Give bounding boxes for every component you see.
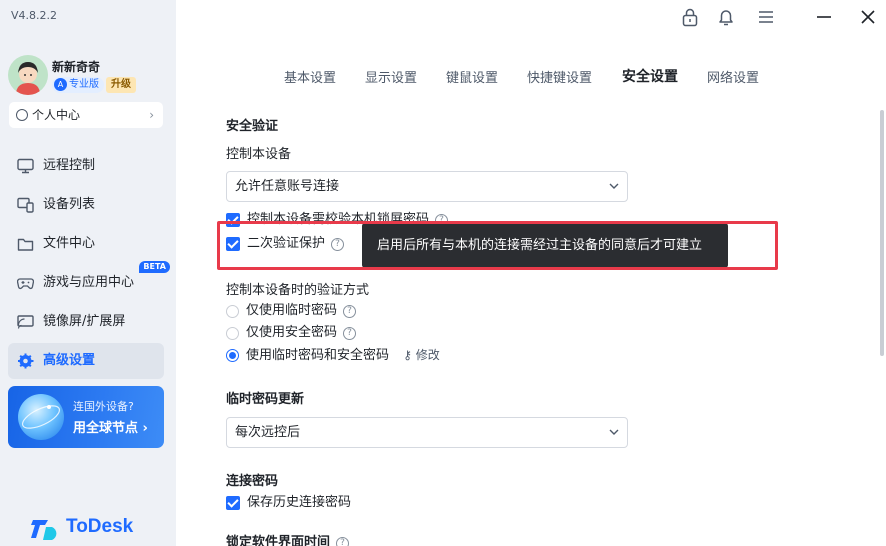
sidebar-item-remote-control[interactable]: 远程控制: [8, 148, 164, 184]
radio-button[interactable]: [226, 305, 239, 318]
pro-badge: A 专业版: [52, 77, 104, 93]
section-title-temp-password-update: 临时密码更新: [226, 392, 305, 407]
radio-secure-password-only[interactable]: 仅使用安全密码?: [226, 324, 357, 342]
monitor-icon: [17, 158, 34, 174]
section-title-lock-ui-time: 锁定软件界面时间?: [226, 531, 350, 546]
radio-temp-password-only[interactable]: 仅使用临时密码?: [226, 302, 357, 320]
help-icon[interactable]: ?: [343, 305, 357, 318]
tab-network-settings[interactable]: 网络设置: [707, 67, 759, 86]
folder-icon: [17, 238, 34, 251]
sidebar-item-label: 文件中心: [43, 236, 96, 251]
save-history-label: 保存历史连接密码: [247, 495, 352, 510]
sidebar-item-device-list[interactable]: 设备列表: [8, 187, 164, 223]
mirror-screen-icon: [17, 315, 34, 329]
sidebar: V4.8.2.2 新新奇奇 A 专业版 升级 个人中心 › 远程控制 设备列表: [0, 0, 176, 546]
tab-basic-settings[interactable]: 基本设置: [284, 67, 336, 86]
radio-label: 仅使用安全密码: [246, 325, 338, 340]
sidebar-item-mirror-screen[interactable]: 镜像屏/扩展屏: [8, 304, 164, 340]
section-title-connection-password: 连接密码: [226, 474, 279, 489]
devices-icon: [17, 197, 34, 213]
verify-method-label: 控制本设备时的验证方式: [226, 283, 370, 298]
highlight-box: [217, 221, 778, 270]
user-icon: [16, 109, 28, 121]
scrollbar[interactable]: [880, 110, 884, 356]
radio-button[interactable]: [226, 327, 239, 340]
sidebar-item-label: 镜像屏/扩展屏: [43, 314, 126, 329]
todesk-logo-icon: [31, 520, 57, 540]
personal-center-button[interactable]: 个人中心 ›: [9, 102, 163, 128]
sidebar-item-file-center[interactable]: 文件中心: [8, 226, 164, 262]
tab-display-settings[interactable]: 显示设置: [365, 67, 417, 86]
help-icon[interactable]: ?: [343, 327, 357, 340]
minimize-icon[interactable]: [813, 6, 835, 28]
promo-line2: 用全球节点 ›: [73, 421, 148, 436]
edit-password-link[interactable]: ⚷ 修改: [403, 346, 440, 364]
radio-label: 仅使用临时密码: [246, 303, 338, 318]
control-device-label: 控制本设备: [226, 147, 292, 162]
control-device-select[interactable]: 允许任意账号连接: [226, 171, 628, 202]
lock-icon[interactable]: [679, 6, 701, 28]
radio-label: 使用临时密码和安全密码: [246, 348, 390, 363]
chevron-down-icon: [609, 183, 619, 189]
save-history-password-checkbox[interactable]: 保存历史连接密码: [226, 494, 351, 512]
upgrade-button[interactable]: 升级: [106, 77, 136, 93]
gamepad-icon: [17, 278, 34, 289]
personal-center-label: 个人中心: [32, 108, 81, 122]
radio-both-passwords[interactable]: 使用临时密码和安全密码 ⚷ 修改: [226, 346, 440, 364]
control-device-value: 允许任意账号连接: [235, 179, 340, 194]
gear-icon: [18, 353, 34, 369]
close-icon[interactable]: [857, 6, 879, 28]
section-title-security: 安全验证: [226, 119, 279, 134]
edit-label: 修改: [415, 348, 440, 362]
app-version: V4.8.2.2: [11, 9, 58, 22]
globe-icon: [18, 394, 64, 440]
global-node-promo[interactable]: 连国外设备? 用全球节点 ›: [8, 386, 164, 448]
pro-icon: A: [54, 78, 67, 91]
chevron-down-icon: [609, 429, 619, 435]
temp-password-update-select[interactable]: 每次远控后: [226, 417, 628, 448]
tab-security-settings[interactable]: 安全设置: [622, 66, 678, 86]
promo-line1: 连国外设备?: [73, 400, 134, 413]
tab-keyboard-mouse-settings[interactable]: 键鼠设置: [446, 67, 498, 86]
menu-icon[interactable]: [755, 6, 777, 28]
key-icon: ⚷: [403, 348, 412, 362]
avatar[interactable]: [8, 55, 48, 95]
tab-shortcut-settings[interactable]: 快捷键设置: [527, 67, 592, 86]
pro-badge-label: 专业版: [69, 79, 99, 90]
sidebar-item-label: 游戏与应用中心: [43, 275, 135, 290]
security-settings-panel: 安全验证 控制本设备 允许任意账号连接 控制本设备需校验本机锁屏密码? 二次验证…: [176, 100, 886, 546]
sidebar-item-game-center[interactable]: 游戏与应用中心 BETA: [8, 261, 170, 301]
sidebar-item-label: 高级设置: [43, 353, 96, 368]
sidebar-nav: 远程控制 设备列表 文件中心 游戏与应用中心 BETA 镜像屏/扩展屏 高级设置: [8, 148, 170, 382]
lock-ui-time-label: 锁定软件界面时间: [226, 535, 331, 546]
sidebar-item-label: 远程控制: [43, 158, 96, 173]
temp-password-update-value: 每次远控后: [235, 425, 301, 440]
username: 新新奇奇: [52, 60, 101, 74]
sidebar-item-advanced-settings[interactable]: 高级设置: [8, 343, 164, 379]
help-icon[interactable]: ?: [336, 537, 350, 546]
logo-text: ToDesk: [66, 516, 134, 537]
radio-button-selected[interactable]: [226, 349, 239, 362]
checkbox-checked[interactable]: [226, 496, 240, 510]
chevron-right-icon: ›: [149, 108, 154, 122]
beta-badge: BETA: [139, 261, 170, 273]
sidebar-item-label: 设备列表: [43, 197, 96, 212]
bell-icon[interactable]: [715, 6, 737, 28]
